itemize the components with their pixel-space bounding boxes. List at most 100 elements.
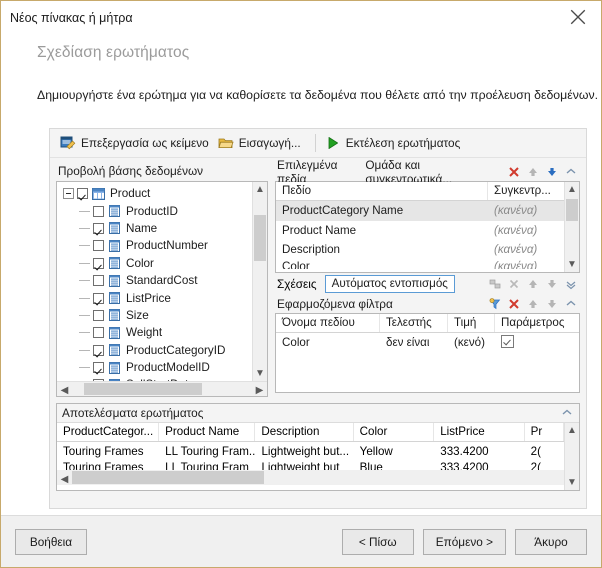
results-cell: Touring Frames (63, 445, 144, 458)
tree-node-checkbox[interactable] (93, 257, 104, 269)
tree-node-checkbox[interactable] (93, 309, 104, 321)
selected-fields-scrollbar[interactable]: ▲ ▼ (564, 182, 579, 272)
tree-vertical-scrollbar[interactable]: ▲ ▼ (252, 182, 267, 381)
results-scroll-left-arrow[interactable]: ◀ (57, 469, 72, 487)
selected-field-row[interactable]: ProductCategory Name (κανένα) (276, 201, 564, 221)
move-up-icon[interactable] (527, 166, 539, 178)
results-cell: Blue (359, 461, 383, 470)
help-button[interactable]: Βοήθεια (15, 528, 87, 555)
move-down-icon[interactable] (546, 298, 558, 310)
results-scroll-up-arrow[interactable]: ▲ (565, 423, 579, 438)
tree-node-checkbox[interactable] (77, 188, 88, 200)
results-column-header[interactable]: Color (354, 423, 435, 441)
applied-filters-grid[interactable]: Όνομα πεδίου Τελεστής Τιμή Παράμετρος Co… (275, 313, 580, 393)
results-hscroll-track[interactable] (72, 470, 564, 485)
tree-node-table[interactable]: Product (57, 185, 252, 202)
tree-node-checkbox[interactable] (93, 240, 104, 252)
collapse-icon[interactable] (565, 298, 577, 310)
tree-node-column[interactable]: StandardCost (57, 272, 252, 289)
delete-x-icon[interactable] (508, 166, 520, 178)
filter-parameter-checkbox[interactable] (501, 334, 514, 348)
results-row[interactable]: Touring Frames LL Touring Fram Lightweight… (57, 461, 564, 470)
tree-node-column[interactable]: Weight (57, 324, 252, 341)
tree-items: Product ProductID Name ProductNumber Color St… (57, 182, 252, 381)
tree-node-column[interactable]: ListPrice (57, 289, 252, 306)
back-button[interactable]: < Πίσω (341, 528, 414, 555)
results-cell: Lightweight but (261, 461, 340, 470)
results-scroll-down-arrow[interactable]: ▼ (565, 475, 579, 490)
tree-guide (79, 227, 90, 229)
selected-field-row[interactable]: Color (κανένα) (276, 260, 564, 269)
move-up-icon[interactable] (527, 278, 539, 290)
tree-node-column[interactable]: Color (57, 255, 252, 272)
selected-fields-grid[interactable]: Πεδίο Συγκεντρ... ProductCategory Name (κ… (275, 181, 580, 273)
tree-node-checkbox[interactable] (93, 222, 104, 234)
results-column-header[interactable]: Description (255, 423, 354, 441)
tree-expander-icon[interactable] (63, 188, 74, 200)
tree-node-column[interactable]: ProductNumber (57, 237, 252, 254)
tree-horizontal-scrollbar[interactable]: ◀ ▶ (57, 381, 267, 396)
sf-scroll-up-arrow[interactable]: ▲ (565, 182, 579, 197)
sf-scroll-thumb[interactable] (566, 199, 578, 221)
results-row[interactable]: Touring Frames LL Touring Fram... Lightwei… (57, 442, 564, 461)
cancel-button[interactable]: Άκυρο (515, 528, 587, 555)
move-up-icon[interactable] (527, 298, 539, 310)
hscroll-track[interactable] (72, 382, 252, 396)
import-button[interactable]: Εισαγωγή... (216, 133, 308, 153)
delete-x-icon[interactable] (508, 278, 520, 290)
tree-node-checkbox[interactable] (93, 327, 104, 339)
results-column-header[interactable]: Pr (525, 423, 564, 441)
results-column-header[interactable]: ProductCategor... (57, 423, 160, 441)
tree-node-checkbox[interactable] (93, 292, 104, 304)
scroll-track[interactable] (253, 197, 267, 366)
selected-field-row[interactable]: Product Name (κανένα) (276, 221, 564, 241)
results-rows: Touring Frames LL Touring Fram... Lightwei… (57, 442, 564, 470)
run-query-button[interactable]: Εκτέλεση ερωτήματος (323, 133, 468, 153)
applied-filter-row[interactable]: Color δεν είναι (κενό) (276, 333, 579, 353)
results-cell: LL Touring Fram... (165, 445, 256, 458)
close-button[interactable] (555, 1, 601, 33)
results-horizontal-scrollbar[interactable]: ◀ (57, 470, 564, 485)
edit-as-text-button[interactable]: Επεξεργασία ως κείμενο (58, 133, 216, 153)
results-vscroll-track[interactable] (565, 438, 579, 475)
move-down-icon[interactable] (546, 166, 558, 178)
tree-node-column[interactable]: Size (57, 307, 252, 324)
selected-field-aggregate: (κανένα) (494, 243, 538, 257)
tree-node-column[interactable]: ProductModelID (57, 359, 252, 376)
tree-node-checkbox[interactable] (93, 362, 104, 374)
expand-icon[interactable] (565, 278, 577, 290)
tree-node-checkbox[interactable] (93, 275, 104, 287)
tree-node-column[interactable]: Name (57, 220, 252, 237)
scroll-thumb[interactable] (254, 215, 266, 261)
scroll-up-arrow[interactable]: ▲ (253, 182, 267, 197)
collapse-icon[interactable] (561, 407, 573, 419)
add-relationship-icon[interactable] (489, 278, 501, 290)
tree-node-column[interactable]: ProductCategoryID (57, 342, 252, 359)
tree-node-checkbox[interactable] (93, 205, 104, 217)
results-hscroll-thumb[interactable] (72, 471, 264, 484)
database-view-tree[interactable]: Product ProductID Name ProductNumber Color St… (56, 181, 268, 397)
delete-x-icon[interactable] (508, 298, 520, 310)
tree-node-column[interactable]: ProductID (57, 202, 252, 219)
move-down-icon[interactable] (546, 278, 558, 290)
next-button[interactable]: Επόμενο > (422, 528, 506, 555)
applied-filters-label: Εφαρμοζόμενα φίλτρα (277, 297, 393, 311)
hscroll-thumb[interactable] (84, 383, 202, 395)
query-results-grid[interactable]: ProductCategor... Product Name Description… (57, 423, 564, 490)
filter-value: (κενό) (454, 336, 485, 350)
tree-guide (79, 262, 90, 264)
selected-field-row[interactable]: Description (κανένα) (276, 240, 564, 260)
sf-scroll-track[interactable] (565, 197, 579, 257)
tree-node-checkbox[interactable] (93, 344, 104, 356)
scroll-down-arrow[interactable]: ▼ (253, 366, 267, 381)
collapse-icon[interactable] (565, 166, 577, 178)
auto-detect-button[interactable]: Αυτόματος εντοπισμός (324, 275, 455, 293)
results-column-header[interactable]: Product Name (159, 423, 256, 441)
scroll-left-arrow[interactable]: ◀ (57, 380, 72, 398)
sf-scroll-down-arrow[interactable]: ▼ (565, 257, 579, 272)
results-column-header[interactable]: ListPrice (434, 423, 525, 441)
filter-icon[interactable] (489, 298, 501, 310)
scroll-right-arrow[interactable]: ▶ (252, 380, 267, 398)
results-vertical-scrollbar[interactable]: ▲ ▼ (564, 423, 579, 490)
relationships-label: Σχέσεις (277, 277, 317, 291)
